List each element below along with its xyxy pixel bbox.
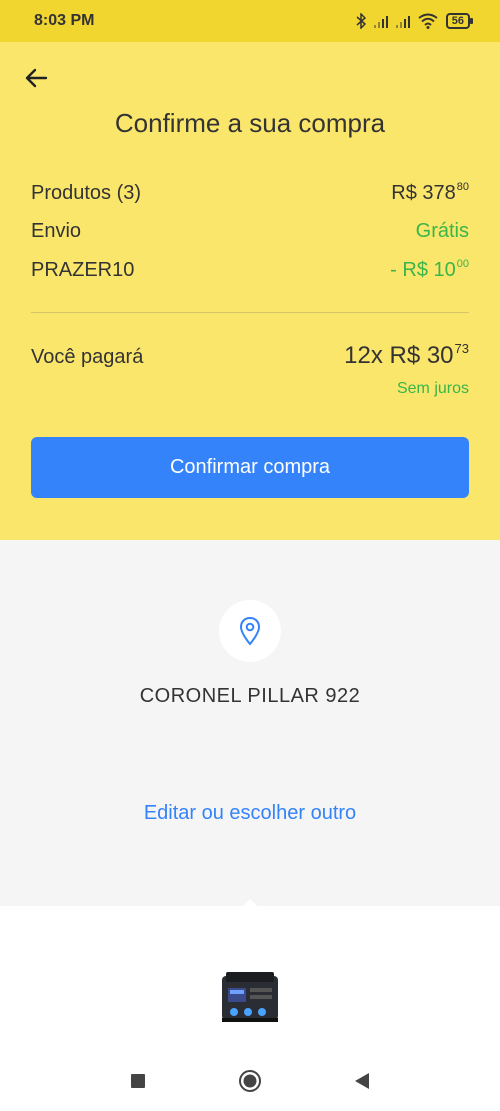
product-image[interactable] — [218, 968, 282, 1028]
products-row: Produtos (3) R$ 37880 — [31, 181, 469, 205]
interest-note: Sem juros — [396, 380, 469, 397]
nav-back-button[interactable] — [347, 1066, 377, 1096]
nav-back-icon — [355, 1072, 369, 1089]
coupon-row: PRAZER10 - R$ 1000 — [31, 258, 469, 282]
bluetooth-icon — [356, 13, 366, 29]
checkout-summary-panel: Confirme a sua compra Produtos (3) R$ 37… — [0, 42, 500, 540]
products-label: Produtos (3) — [31, 182, 142, 204]
shipping-label: Envio — [31, 220, 82, 242]
battery-icon: 56 — [445, 13, 474, 29]
payment-label: Você pagará — [31, 346, 144, 368]
page-title: Confirme a sua compra — [114, 108, 386, 138]
shipping-address-section: CORONEL PILLAR 922 Editar ou escolher ou… — [0, 540, 500, 906]
payment-amount: 12x R$ 3073 — [344, 341, 469, 369]
shipping-row: Envio Grátis — [31, 220, 469, 243]
back-arrow-icon[interactable] — [22, 64, 50, 92]
status-bar: 8:03 PM 56 — [0, 0, 500, 42]
location-pin-icon — [239, 616, 261, 646]
shipping-value: Grátis — [415, 220, 469, 242]
status-icons: 56 — [356, 13, 474, 29]
confirm-purchase-button[interactable]: Confirmar compra — [31, 437, 469, 498]
products-price: R$ 37880 — [391, 181, 469, 204]
divider — [31, 312, 469, 313]
nav-home-button[interactable] — [235, 1066, 265, 1096]
location-badge — [219, 600, 281, 662]
status-time: 8:03 PM — [34, 12, 95, 29]
edit-address-link[interactable]: Editar ou escolher outro — [0, 802, 500, 825]
shipping-address: CORONEL PILLAR 922 — [139, 685, 361, 707]
system-nav-bar — [0, 1050, 500, 1111]
coupon-label: PRAZER10 — [31, 259, 135, 281]
signal-1-icon — [373, 14, 388, 28]
nav-recents-icon — [131, 1073, 145, 1088]
section-notch — [242, 899, 258, 907]
wifi-icon — [418, 13, 438, 29]
nav-home-icon — [239, 1069, 261, 1092]
signal-2-icon — [395, 14, 410, 28]
nav-recents-button[interactable] — [123, 1066, 153, 1096]
coupon-value: - R$ 1000 — [390, 258, 469, 281]
